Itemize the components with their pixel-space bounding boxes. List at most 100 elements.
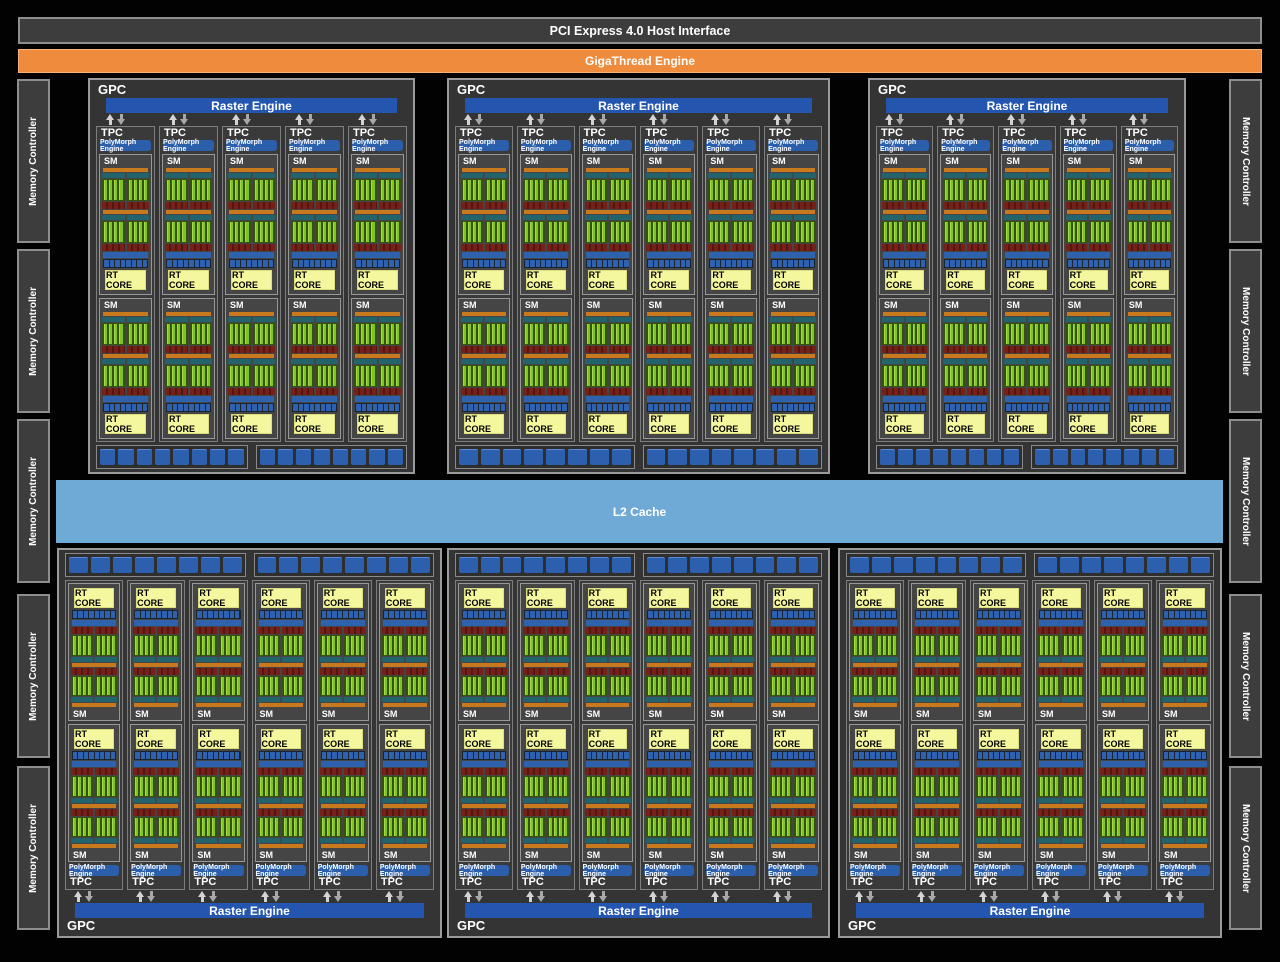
tensor-core-bar — [319, 627, 342, 634]
texture-unit-tile — [99, 611, 105, 618]
execution-subblock — [608, 808, 631, 843]
tpc-label: TPC — [583, 876, 606, 888]
texture-unit-tile — [886, 611, 891, 618]
register-file-bar — [608, 697, 631, 702]
texture-unit-tile — [1077, 752, 1082, 759]
cuda-core-bar — [240, 324, 244, 344]
cuda-core-bar — [806, 366, 810, 386]
tensor-core-bar — [522, 346, 545, 353]
texture-unit-tile — [500, 260, 505, 267]
cuda-core-block — [708, 675, 731, 696]
polymorph-engine-bar: PolyMorph Engine — [100, 139, 151, 153]
texture-unit-tile — [354, 611, 359, 618]
texture-unit-tile — [1010, 611, 1015, 618]
texture-unit-tile — [916, 611, 921, 618]
register-file-bar — [584, 838, 607, 843]
execution-subblock — [966, 173, 989, 209]
texture-unit-tile — [884, 260, 889, 267]
rt-core: RT CORE — [885, 414, 925, 434]
cuda-core-bar — [308, 366, 312, 386]
sm: SM RT CORE — [1035, 583, 1087, 721]
sm: SM RT CORE — [458, 154, 510, 295]
texture-unit-tile — [189, 404, 194, 411]
cuda-core-bar — [477, 324, 481, 344]
execution-subblock — [354, 317, 377, 353]
sm-label: SM — [710, 709, 724, 719]
cuda-core-bar — [548, 676, 552, 695]
texture-unit-tile — [1032, 260, 1038, 267]
cuda-core-bar — [350, 777, 354, 796]
cuda-core-bar — [878, 636, 881, 655]
texture-unit-tile — [721, 611, 726, 618]
sm: SM RT CORE — [1001, 154, 1053, 295]
tensor-core-bar — [461, 768, 483, 775]
cuda-core-bar — [677, 366, 681, 386]
cuda-core-bar — [308, 324, 312, 344]
polymorph-engine-bar: PolyMorph Engine — [289, 139, 340, 153]
tensor-core-bar — [461, 388, 483, 395]
arrow-cell — [998, 113, 1055, 126]
cuda-core-bar — [486, 817, 490, 836]
execution-subblock — [670, 317, 693, 353]
execution-subblock — [914, 808, 936, 843]
rt-core: RT CORE — [74, 729, 115, 749]
cuda-core-bar — [467, 324, 471, 344]
cuda-core-block — [1062, 635, 1084, 656]
execution-block-row — [646, 627, 693, 662]
cuda-core-bar — [167, 366, 171, 386]
tensor-core-bar — [943, 388, 965, 395]
execution-block-row — [708, 768, 755, 803]
cuda-core-bar — [1045, 817, 1048, 836]
cuda-core-bar — [677, 180, 681, 200]
register-file-bar — [966, 173, 989, 178]
cuda-core-bar — [472, 777, 476, 796]
texture-unit-tile — [372, 260, 377, 267]
cuda-core-bar — [293, 324, 297, 344]
tensor-core-bar — [670, 202, 693, 209]
texture-unit-tile — [777, 611, 782, 618]
l1-cache-bar — [166, 252, 211, 258]
cuda-core-bar — [321, 676, 325, 695]
register-file-bar — [522, 838, 545, 843]
sm-label: SM — [135, 709, 149, 719]
tensor-core-bar — [157, 627, 180, 634]
cuda-core-bar — [491, 676, 495, 695]
memory-controller-right-3: Memory Controller — [1229, 419, 1262, 583]
texture-unit-tile — [257, 404, 262, 411]
texture-unit-tile — [1134, 404, 1139, 411]
sm: SM RT CORE — [940, 154, 992, 295]
texture-unit-tile — [1112, 752, 1118, 759]
execution-subblock — [343, 808, 366, 843]
cuda-core-block — [484, 179, 507, 201]
execution-subblock — [876, 667, 898, 702]
up-arrow-icon — [649, 891, 658, 902]
texture-unit-tile — [983, 752, 988, 759]
up-arrow-icon — [74, 891, 83, 902]
rop-tile — [279, 557, 299, 573]
scheduler-bar — [320, 803, 365, 808]
tpc-label: TPC — [460, 876, 482, 888]
cuda-core-bar — [558, 366, 562, 386]
register-file-bar — [1186, 697, 1208, 702]
cuda-core-bar — [854, 676, 857, 695]
execution-subblock — [461, 667, 483, 702]
tensor-core-bar — [646, 768, 669, 775]
rt-core: RT CORE — [1129, 414, 1170, 434]
texture-unit-tile — [1123, 611, 1128, 618]
cuda-core-bar — [968, 324, 972, 344]
execution-subblock — [484, 627, 507, 662]
cuda-core-bar — [191, 222, 195, 242]
tensor-core-bar — [1124, 768, 1146, 775]
cuda-core-bar — [259, 636, 263, 655]
arrow-cell — [517, 890, 575, 903]
rop-tile — [755, 449, 775, 465]
execution-subblock — [1004, 317, 1027, 353]
cuda-core-bar — [916, 636, 919, 655]
cuda-core-block — [1065, 221, 1088, 243]
texture-unit-tile — [788, 260, 793, 267]
scheduler-bar — [771, 703, 815, 707]
cuda-core-bar — [119, 180, 123, 200]
cuda-core-bar — [955, 180, 958, 200]
gpc-label: GPC — [848, 918, 877, 933]
texture-unit-tile — [359, 611, 364, 618]
